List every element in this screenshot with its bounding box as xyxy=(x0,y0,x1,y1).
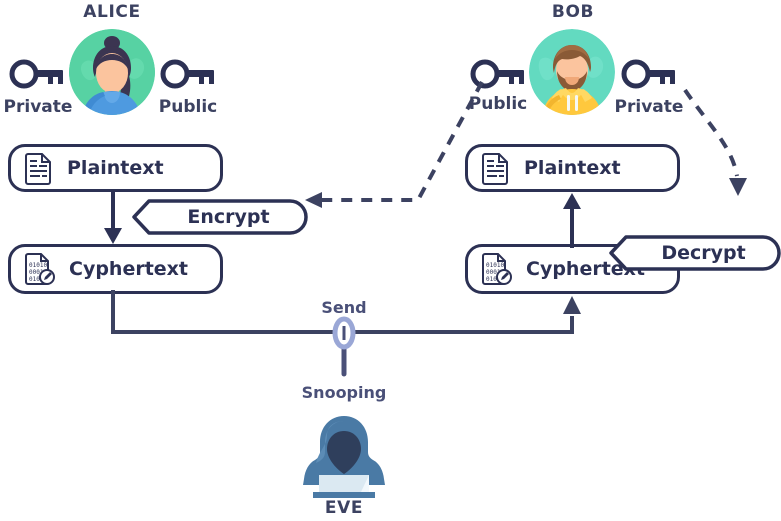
bob-plaintext-label: Plaintext xyxy=(524,157,621,179)
eve-title: EVE xyxy=(324,498,364,518)
alice-plaintext-label: Plaintext xyxy=(67,157,164,179)
alice-title: ALICE xyxy=(83,2,141,22)
snooping-magnifier xyxy=(332,316,356,377)
hacker-avatar-icon xyxy=(303,416,385,498)
bob-private-key xyxy=(620,57,678,91)
encrypt-flow-arrow xyxy=(104,190,122,244)
send-label: Send xyxy=(321,298,367,317)
alice-ciphertext-box: 01010 0001 010 Cyphertext xyxy=(8,244,223,294)
svg-text:01010: 01010 xyxy=(29,262,47,269)
encrypt-label: Encrypt xyxy=(187,206,270,228)
private-key-to-decrypt-arrow xyxy=(683,88,747,196)
key-icon xyxy=(9,59,63,89)
woman-avatar-icon xyxy=(69,29,155,115)
alice-public-key-label: Public xyxy=(158,97,218,117)
eve-avatar xyxy=(301,412,387,498)
bob-private-key-label: Private xyxy=(614,97,684,117)
encrypt-action: Encrypt xyxy=(131,199,308,235)
svg-text:010: 010 xyxy=(29,276,40,283)
alice-public-key xyxy=(159,57,217,91)
snooping-label: Snooping xyxy=(301,383,387,402)
alice-plaintext-box: Plaintext xyxy=(8,144,223,192)
man-avatar-icon xyxy=(529,29,615,115)
document-icon xyxy=(25,152,53,185)
key-icon xyxy=(160,59,214,89)
encrypted-document-icon: 01010 0001 010 xyxy=(482,252,512,286)
decrypt-action: Decrypt xyxy=(608,235,781,271)
alice-avatar xyxy=(69,29,155,115)
svg-text:01010: 01010 xyxy=(486,262,504,269)
crypto-diagram: ALICE Private Public BOB Public Private … xyxy=(0,0,781,521)
key-icon xyxy=(621,59,675,89)
public-key-to-encrypt-arrow xyxy=(305,81,484,208)
alice-private-key-label: Private xyxy=(3,97,73,117)
svg-text:010: 010 xyxy=(486,276,497,283)
bob-title: BOB xyxy=(551,2,595,22)
encrypted-document-icon: 01010 0001 010 xyxy=(25,252,55,286)
decrypt-label: Decrypt xyxy=(661,242,746,264)
decrypt-flow-arrow xyxy=(563,193,581,248)
alice-ciphertext-label: Cyphertext xyxy=(69,258,189,280)
bob-avatar xyxy=(529,29,615,115)
alice-private-key xyxy=(8,57,66,91)
